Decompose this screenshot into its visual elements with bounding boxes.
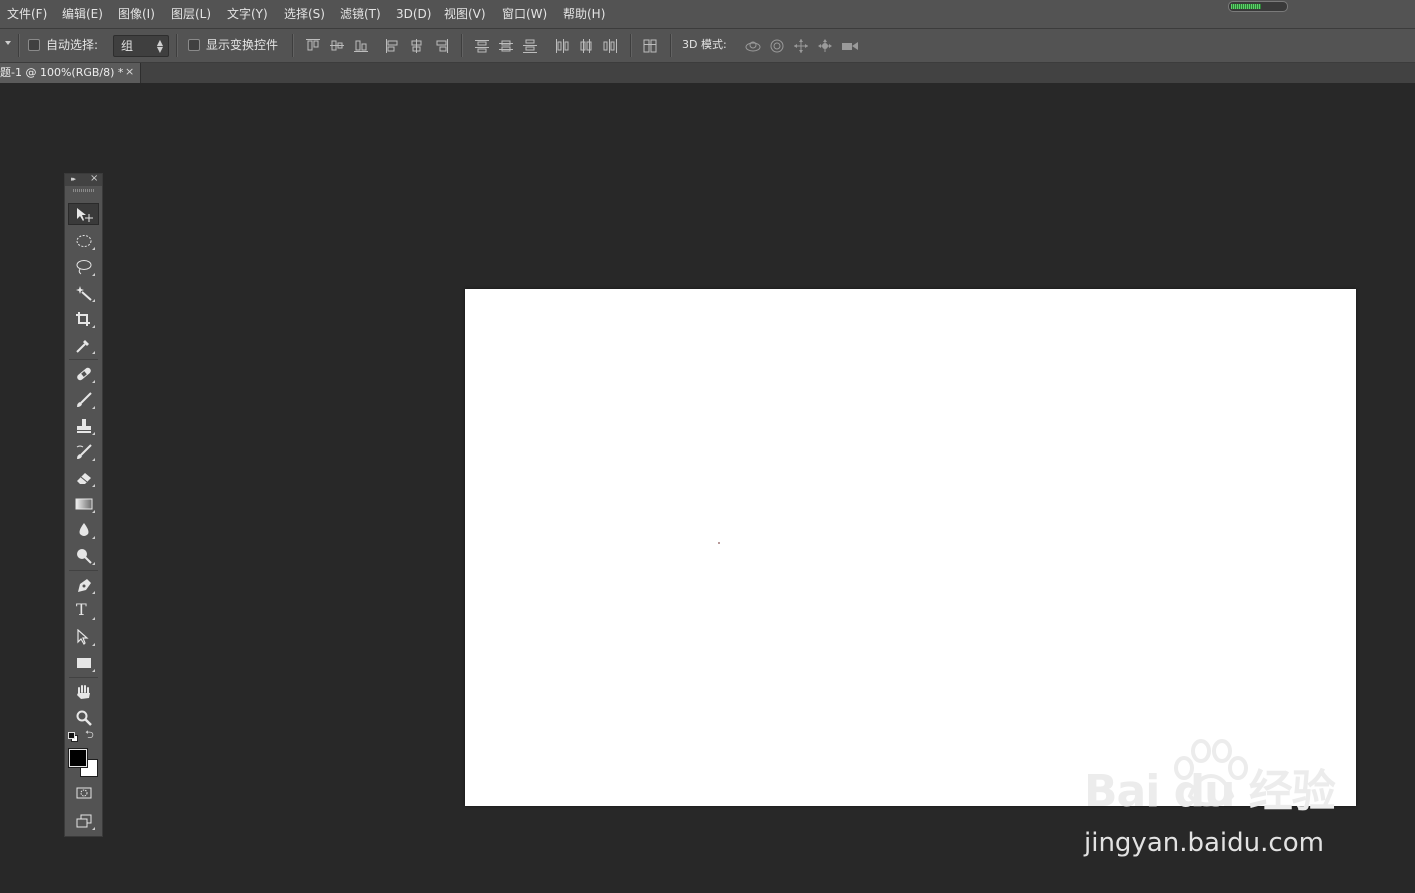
foreground-color-swatch[interactable] — [68, 748, 88, 768]
distribute-hcenter-icon[interactable] — [578, 38, 594, 54]
healing-brush-tool-icon[interactable] — [68, 363, 99, 385]
dropdown-arrows-icon: ▲ ▼ — [156, 38, 163, 54]
pen-tool-icon[interactable] — [68, 574, 99, 596]
separator — [670, 34, 672, 57]
tools-panel: ▸▸ × T ⮌ — [64, 173, 103, 837]
crop-tool-icon[interactable] — [68, 308, 99, 330]
eraser-tool-icon[interactable] — [68, 467, 99, 489]
distribute-right-icon[interactable] — [602, 38, 618, 54]
document-canvas[interactable] — [465, 289, 1356, 806]
tool-preset-chevron-icon[interactable] — [5, 41, 11, 45]
elliptical-marquee-tool-icon[interactable] — [68, 230, 99, 252]
eyedropper-tool-icon[interactable] — [68, 334, 99, 356]
toolbox-separator — [69, 677, 98, 678]
auto-align-layers-icon[interactable] — [642, 38, 658, 54]
baidu-jingyan-watermark: Bai du 经验 jingyan.baidu.com — [1080, 738, 1350, 868]
separator — [176, 34, 178, 57]
close-tab-icon[interactable]: × — [125, 65, 134, 79]
auto-select-dropdown[interactable]: 组 ▲ ▼ — [113, 35, 169, 57]
distribute-bottom-icon[interactable] — [522, 38, 538, 54]
distribute-top-icon[interactable] — [474, 38, 490, 54]
type-tool-icon[interactable]: T — [68, 600, 99, 622]
document-tab-title: 题-1 @ 100%(RGB/8) * — [0, 66, 124, 79]
default-colors-icon[interactable] — [68, 732, 78, 742]
show-transform-checkbox[interactable] — [188, 39, 200, 51]
document-tab[interactable]: 题-1 @ 100%(RGB/8) * × — [0, 63, 141, 83]
menu-select[interactable]: 选择(S) — [284, 6, 325, 22]
path-selection-tool-icon[interactable] — [68, 626, 99, 648]
lasso-tool-icon[interactable] — [68, 256, 99, 278]
dodge-tool-icon[interactable] — [68, 545, 99, 567]
menu-edit[interactable]: 编辑(E) — [62, 6, 103, 22]
rotate-3d-icon[interactable] — [744, 38, 762, 54]
menu-image[interactable]: 图像(I) — [118, 6, 155, 22]
show-transform-label: 显示变换控件 — [206, 38, 279, 52]
auto-select-label: 自动选择: — [46, 38, 99, 52]
scale-3d-icon[interactable] — [840, 38, 860, 54]
menu-bar: 文件(F) 编辑(E) 图像(I) 图层(L) 文字(Y) 选择(S) 滤镜(T… — [0, 0, 1415, 29]
quick-mask-icon[interactable] — [68, 782, 99, 804]
align-right-edges-icon[interactable] — [433, 38, 449, 54]
rectangle-tool-icon[interactable] — [68, 652, 99, 674]
separator — [18, 34, 20, 57]
auto-select-checkbox[interactable] — [28, 39, 40, 51]
menu-filter[interactable]: 滤镜(T) — [340, 6, 381, 22]
distribute-left-icon[interactable] — [554, 38, 570, 54]
progress-indicator — [1228, 1, 1288, 12]
toolbox-separator — [69, 359, 98, 360]
menu-3d[interactable]: 3D(D) — [396, 6, 431, 22]
roll-3d-icon[interactable] — [769, 38, 785, 54]
align-left-edges-icon[interactable] — [385, 38, 401, 54]
magic-wand-tool-icon[interactable] — [68, 282, 99, 304]
menu-help[interactable]: 帮助(H) — [563, 6, 605, 22]
watermark-url: jingyan.baidu.com — [1084, 828, 1324, 858]
progress-fill — [1231, 4, 1261, 9]
align-vertical-centers-icon[interactable] — [329, 38, 345, 54]
screen-mode-icon[interactable] — [68, 810, 99, 832]
tools-panel-header[interactable]: ▸▸ × — [65, 173, 102, 186]
swap-colors-icon[interactable]: ⮌ — [85, 729, 94, 741]
type-tool-glyph: T — [76, 600, 87, 619]
menu-view[interactable]: 视图(V) — [444, 6, 486, 22]
distribute-vcenter-icon[interactable] — [498, 38, 514, 54]
separator — [461, 34, 463, 57]
blur-tool-icon[interactable] — [68, 519, 99, 541]
menu-type[interactable]: 文字(Y) — [227, 6, 268, 22]
gradient-tool-icon[interactable] — [68, 493, 99, 515]
panel-grip[interactable] — [73, 189, 94, 192]
slide-3d-icon[interactable] — [817, 38, 833, 54]
collapse-panel-icon[interactable]: ▸▸ — [71, 174, 76, 185]
menu-layer[interactable]: 图层(L) — [171, 6, 211, 22]
align-bottom-edges-icon[interactable] — [353, 38, 369, 54]
brush-tool-icon[interactable] — [68, 389, 99, 411]
align-top-edges-icon[interactable] — [305, 38, 321, 54]
clone-stamp-tool-icon[interactable] — [68, 415, 99, 437]
mode-3d-label: 3D 模式: — [682, 38, 727, 51]
toolbox-separator — [69, 570, 98, 571]
move-tool-icon[interactable] — [68, 203, 99, 225]
drag-3d-icon[interactable] — [793, 38, 809, 54]
hand-tool-icon[interactable] — [68, 681, 99, 703]
zoom-tool-icon[interactable] — [68, 707, 99, 729]
separator — [292, 34, 294, 57]
history-brush-tool-icon[interactable] — [68, 441, 99, 463]
align-horizontal-centers-icon[interactable] — [409, 38, 425, 54]
options-bar: 自动选择: 组 ▲ ▼ 显示变换控件 3D 模式: — [0, 29, 1415, 63]
watermark-brand: Bai du 经验 — [1084, 766, 1336, 817]
menu-window[interactable]: 窗口(W) — [502, 6, 547, 22]
canvas-dot — [718, 542, 720, 544]
menu-file[interactable]: 文件(F) — [7, 6, 47, 22]
close-panel-icon[interactable]: × — [90, 173, 98, 185]
separator — [630, 34, 632, 57]
document-tab-bar: 题-1 @ 100%(RGB/8) * × — [0, 63, 1415, 83]
auto-select-value: 组 — [121, 39, 134, 53]
